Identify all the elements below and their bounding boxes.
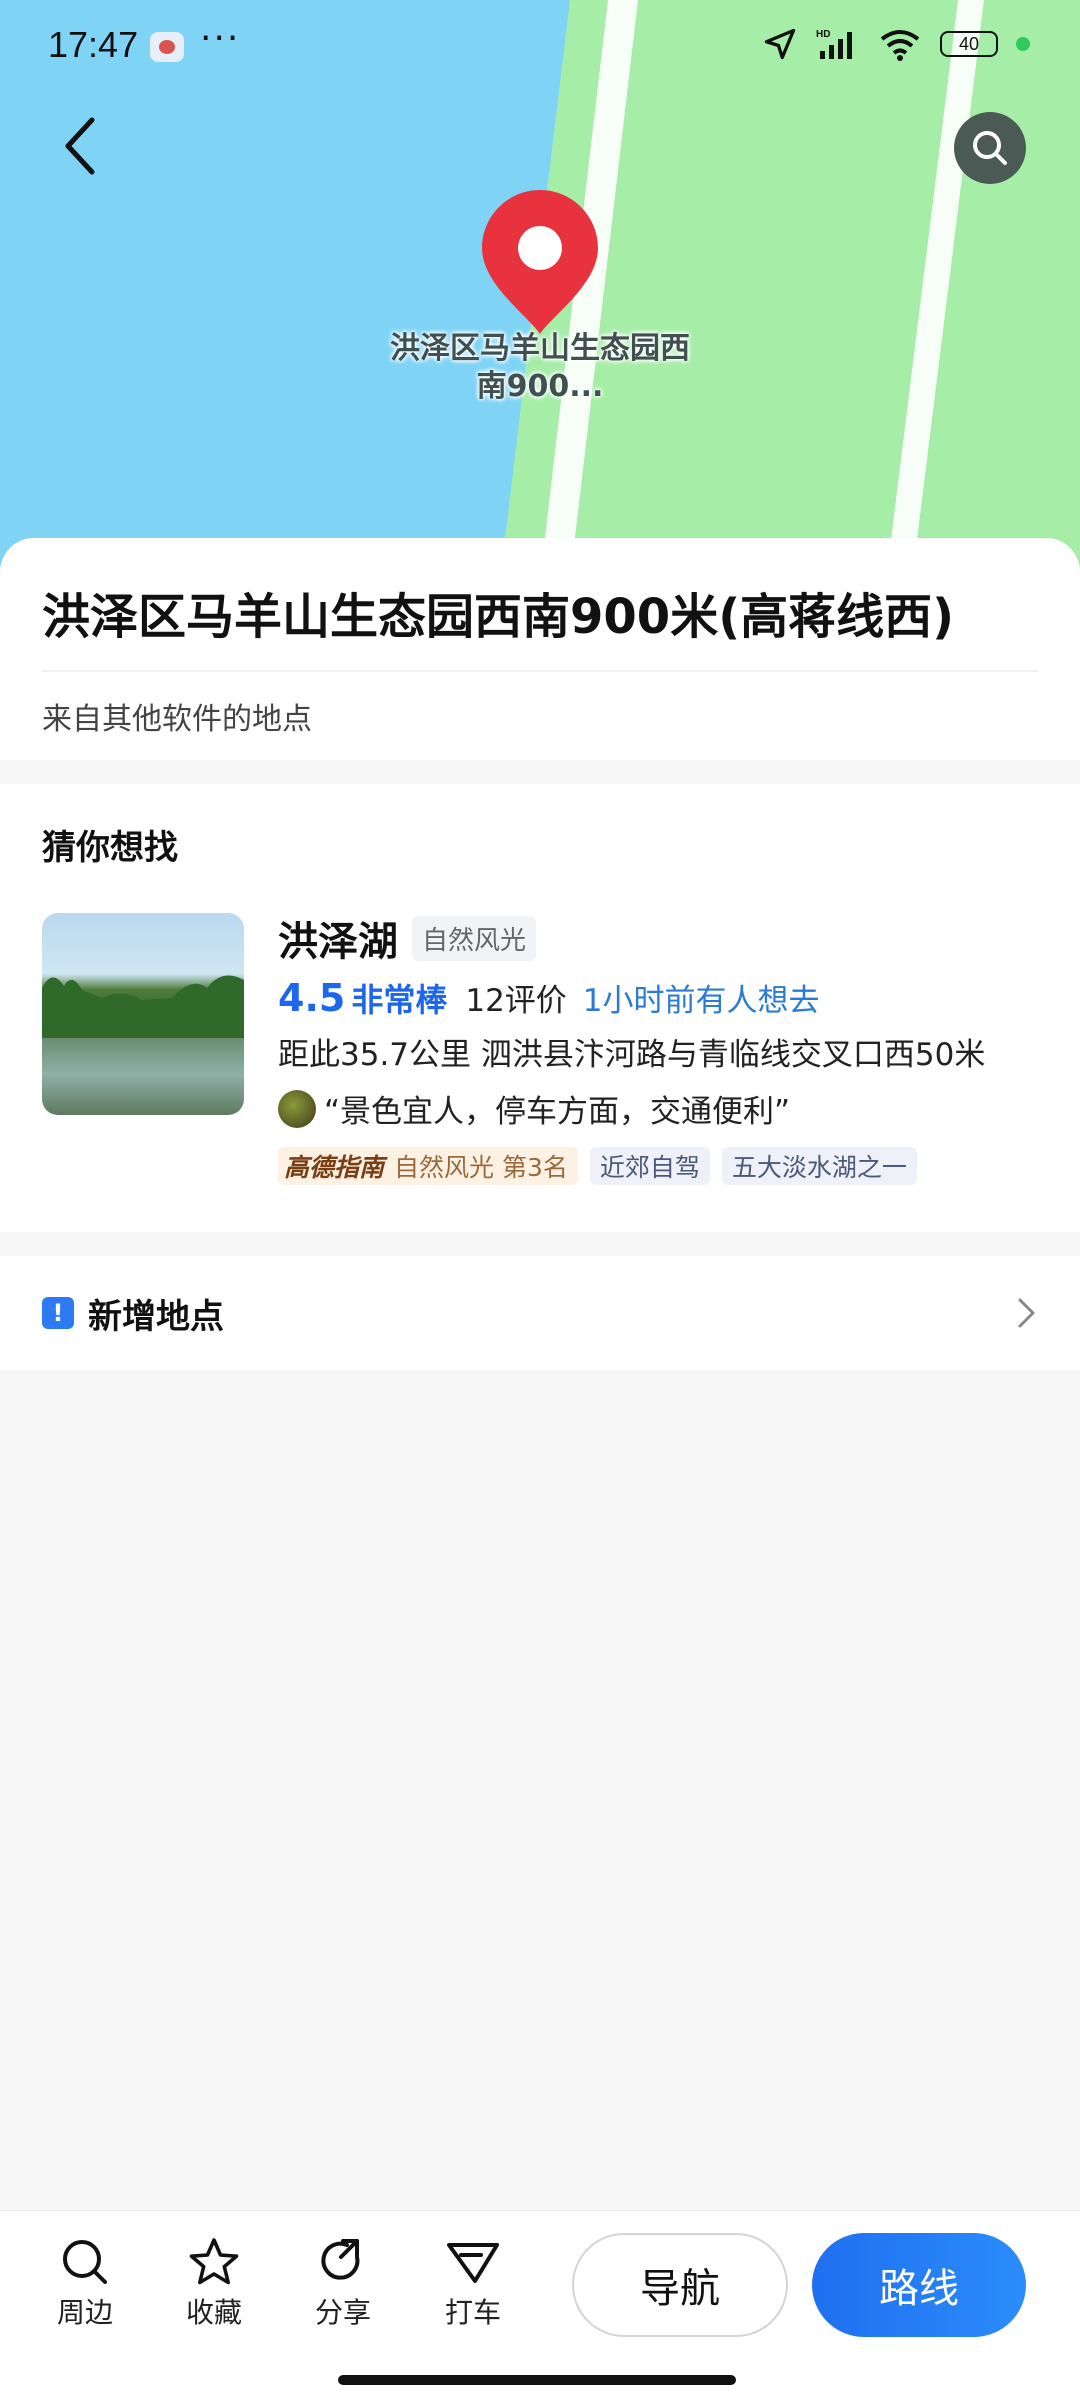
review-count: 12评价 bbox=[465, 983, 567, 1019]
taxi-button[interactable]: 打车 bbox=[423, 2237, 523, 2331]
recent-interest: 1小时前有人想去 bbox=[582, 983, 820, 1019]
suggested-poi-card[interactable]: 洪泽湖 自然风光 4.5 非常棒 12评价 1小时前有人想去 距此35.7公里 … bbox=[42, 913, 1038, 1185]
poi-name: 洪泽湖 bbox=[278, 919, 398, 965]
route-button[interactable]: 路线 bbox=[812, 2233, 1026, 2337]
thumbnail-trees bbox=[42, 975, 244, 1038]
alert-icon: ! bbox=[42, 1297, 74, 1329]
review-quote-row: “景色宜人，停车方面，交通便利” bbox=[278, 1086, 1038, 1131]
poi-category-badge: 自然风光 bbox=[412, 915, 537, 961]
share-icon bbox=[321, 2239, 360, 2280]
more-notifications-icon: ··· bbox=[200, 18, 241, 59]
location-marker-icon[interactable] bbox=[480, 188, 600, 336]
reviewer-avatar bbox=[278, 1089, 316, 1128]
suggestion-section: 猜你想找 洪泽湖 自然风光 4.5 非常棒 12评价 1小时前有人想去 距此35… bbox=[0, 784, 1080, 1232]
star-icon bbox=[189, 2238, 239, 2285]
search-button[interactable] bbox=[954, 112, 1026, 184]
divider bbox=[42, 670, 1038, 672]
search-icon bbox=[973, 131, 1007, 165]
battery-icon: 40 bbox=[940, 31, 998, 57]
rating-score: 4.5 bbox=[278, 976, 346, 1020]
svg-text:HD: HD bbox=[816, 29, 830, 40]
status-time: 17:47 bbox=[48, 24, 139, 65]
location-arrow-icon bbox=[764, 28, 796, 60]
poi-tag: 五大淡水湖之一 bbox=[721, 1147, 917, 1185]
poi-tag: 近郊自驾 bbox=[589, 1147, 710, 1185]
review-quote: “景色宜人，停车方面，交通便利” bbox=[324, 1094, 791, 1130]
home-indicator[interactable] bbox=[338, 2375, 736, 2385]
add-place-row[interactable]: ! 新增地点 bbox=[0, 1256, 1080, 1370]
taxi-label: 打车 bbox=[444, 2296, 501, 2329]
status-bar: 17:47 ··· HD 40 bbox=[0, 0, 1080, 96]
rating-row: 4.5 非常棒 12评价 1小时前有人想去 bbox=[278, 975, 1038, 1023]
share-button[interactable]: 分享 bbox=[293, 2237, 393, 2331]
place-title: 洪泽区马羊山生态园西南900米(高蒋线西) bbox=[42, 589, 955, 645]
signal-icon: HD bbox=[816, 29, 852, 59]
notification-app-icon bbox=[150, 32, 184, 62]
chevron-right-icon bbox=[1018, 1298, 1035, 1328]
rating-word: 非常棒 bbox=[351, 981, 448, 1019]
back-button[interactable] bbox=[48, 110, 112, 182]
navigate-button[interactable]: 导航 bbox=[572, 2233, 788, 2337]
nearby-search-icon bbox=[63, 2240, 107, 2284]
place-detail-sheet[interactable]: 洪泽区马羊山生态园西南900米(高蒋线西) 来自其他软件的地点 猜你想找 洪泽湖… bbox=[0, 538, 1080, 2210]
favorite-button[interactable]: 收藏 bbox=[164, 2237, 264, 2331]
add-place-label: 新增地点 bbox=[88, 1296, 224, 1337]
poi-tags: 高德指南 自然风光 第3名 近郊自驾 五大淡水湖之一 bbox=[278, 1147, 1038, 1185]
nearby-label: 周边 bbox=[56, 2296, 113, 2329]
place-source: 来自其他软件的地点 bbox=[42, 702, 312, 737]
poi-address: 距此35.7公里 泗洪县汴河路与青临线交叉口西50米 bbox=[278, 1037, 986, 1073]
back-arrow-icon bbox=[65, 117, 95, 175]
bottom-action-bar: 周边 收藏 分享 打车 导航 路线 bbox=[0, 2210, 1080, 2400]
battery-level: 40 bbox=[958, 33, 980, 54]
privacy-indicator bbox=[1016, 37, 1030, 51]
place-header-card: 洪泽区马羊山生态园西南900米(高蒋线西) 来自其他软件的地点 bbox=[0, 538, 1080, 760]
section-title: 猜你想找 bbox=[42, 828, 178, 868]
ranking-brand: 高德指南 bbox=[284, 1153, 385, 1182]
poi-thumbnail bbox=[42, 913, 244, 1115]
marker-label: 洪泽区马羊山生态园西南900... bbox=[390, 331, 690, 404]
ranking-tag[interactable]: 高德指南 自然风光 第3名 bbox=[278, 1147, 578, 1185]
wifi-icon bbox=[880, 30, 920, 61]
share-label: 分享 bbox=[314, 2296, 371, 2329]
favorite-label: 收藏 bbox=[185, 2296, 242, 2329]
taxi-icon bbox=[447, 2243, 499, 2283]
nearby-button[interactable]: 周边 bbox=[35, 2237, 135, 2331]
ranking-text: 自然风光 第3名 bbox=[394, 1153, 568, 1182]
map-view[interactable]: 17:47 ··· HD 40 洪泽区马羊山生态园西南900... bbox=[0, 0, 1080, 580]
